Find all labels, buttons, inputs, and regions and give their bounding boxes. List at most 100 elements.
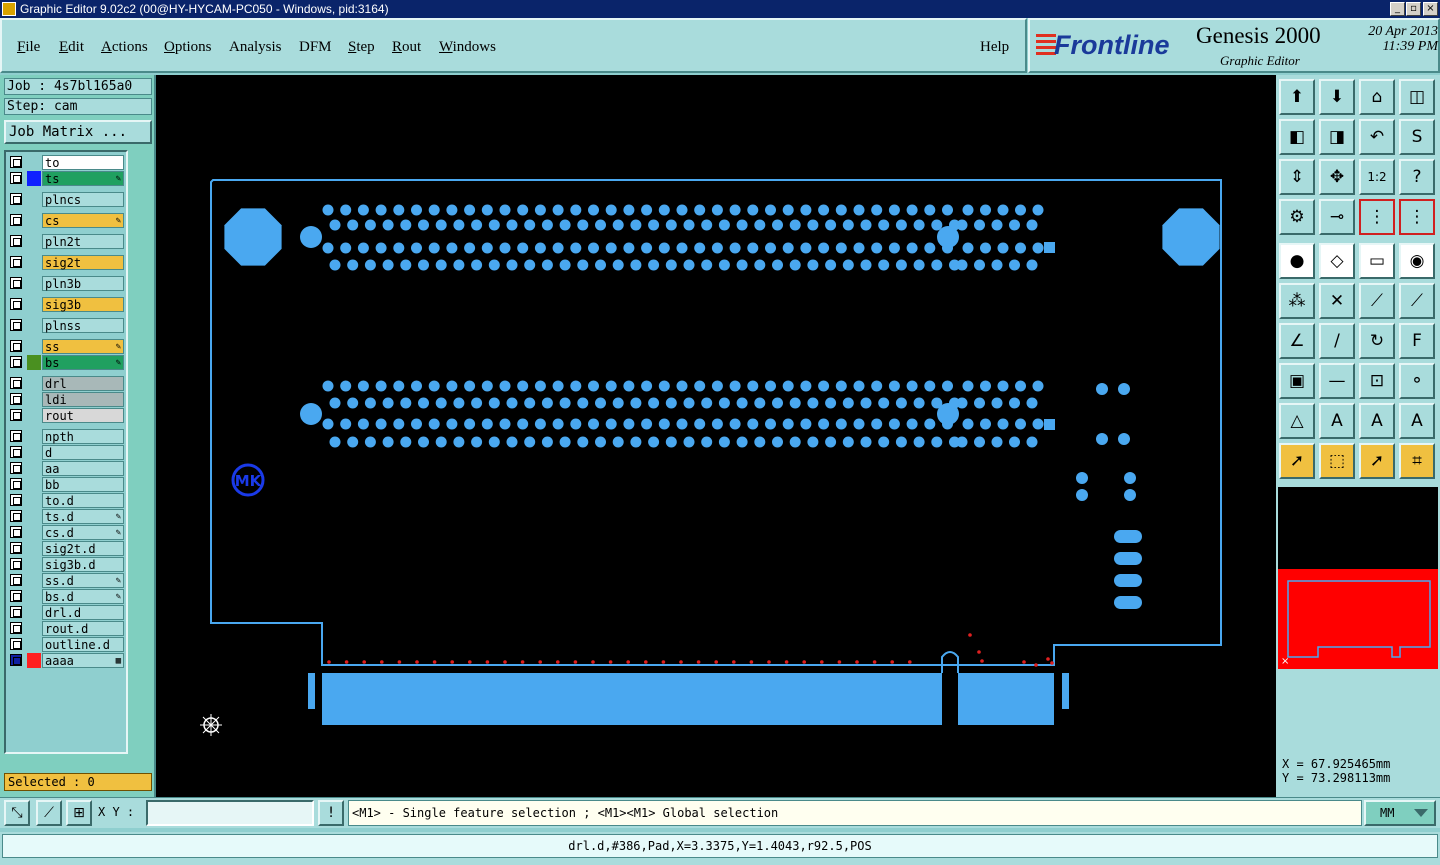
layer-color-swatch[interactable]	[27, 171, 41, 186]
measure-icon[interactable]: ⟋	[36, 800, 62, 826]
layer-row-plnss[interactable]: plnss	[8, 318, 126, 333]
layer-row-plncs[interactable]: plncs	[8, 192, 126, 207]
layer-checkbox[interactable]	[10, 558, 22, 570]
layer-color-swatch[interactable]	[27, 557, 41, 572]
layer-row-cs[interactable]: cs ✎	[8, 213, 126, 228]
pan-left-icon[interactable]: ◧	[1279, 119, 1315, 155]
layer-name[interactable]: bs.d ✎	[42, 589, 124, 604]
layer-color-swatch[interactable]	[27, 213, 41, 228]
layer-row-aa[interactable]: aa	[8, 461, 126, 476]
layer-checkbox[interactable]	[10, 622, 22, 634]
layer-name[interactable]: sig2t.d	[42, 541, 124, 556]
layer-checkbox[interactable]	[10, 235, 22, 247]
layer-row-npth[interactable]: npth	[8, 429, 126, 444]
layer-name[interactable]: sig3b	[42, 297, 124, 312]
minimap[interactable]: ×	[1278, 569, 1438, 669]
layer-row-to-d[interactable]: to.d	[8, 493, 126, 508]
close-button[interactable]: ×	[1423, 2, 1438, 16]
layer-name[interactable]: ldi	[42, 392, 124, 407]
alert-icon[interactable]: !	[318, 800, 344, 826]
layer-name[interactable]: plnss	[42, 318, 124, 333]
layer-color-swatch[interactable]	[27, 155, 41, 170]
layer-checkbox[interactable]	[10, 478, 22, 490]
pointer-box-icon[interactable]: ⬚	[1319, 443, 1355, 479]
layer-name[interactable]: aa	[42, 461, 124, 476]
layer-name[interactable]: bb	[42, 477, 124, 492]
line-node-icon[interactable]: ⟋	[1359, 283, 1395, 319]
layer-color-swatch[interactable]	[27, 318, 41, 333]
layer-name[interactable]: bs ✎	[42, 355, 124, 370]
layer-row-to[interactable]: to	[8, 155, 126, 170]
arc-icon[interactable]: ↻	[1359, 323, 1395, 359]
menu-analysis[interactable]: Analysis	[229, 39, 282, 56]
layer-row-bs[interactable]: bs ✎	[8, 355, 126, 370]
layer-row-ldi[interactable]: ldi	[8, 392, 126, 407]
slash-line-icon[interactable]: /	[1319, 323, 1355, 359]
layer-color-swatch[interactable]	[27, 376, 41, 391]
layer-checkbox[interactable]	[10, 298, 22, 310]
cross-select-icon[interactable]: ✕	[1319, 283, 1355, 319]
menu-actions[interactable]: Actions	[101, 39, 148, 56]
layer-color-swatch[interactable]	[27, 589, 41, 604]
layer-checkbox[interactable]	[10, 590, 22, 602]
layer-checkbox[interactable]	[10, 156, 22, 168]
layer-row-sig3b-d[interactable]: sig3b.d	[8, 557, 126, 572]
layer-color-swatch[interactable]	[27, 637, 41, 652]
layer-row-d[interactable]: d	[8, 445, 126, 460]
clipboard-up-icon[interactable]: ⬆	[1279, 79, 1315, 115]
menu-dfm[interactable]: DFM	[299, 39, 332, 56]
layer-row-drl[interactable]: drl	[8, 376, 126, 391]
triangle-c-icon[interactable]: A	[1359, 403, 1395, 439]
layer-color-swatch[interactable]	[27, 355, 41, 370]
pad-select-icon[interactable]: ◉	[1399, 243, 1435, 279]
layer-name[interactable]: cs ✎	[42, 213, 124, 228]
layer-color-swatch[interactable]	[27, 445, 41, 460]
angle-icon[interactable]: ∠	[1279, 323, 1315, 359]
layer-name[interactable]: drl	[42, 376, 124, 391]
layer-name[interactable]: rout	[42, 408, 124, 423]
layer-color-swatch[interactable]	[27, 339, 41, 354]
layer-checkbox[interactable]	[10, 393, 22, 405]
menu-step[interactable]: Step	[348, 39, 375, 56]
layer-color-swatch[interactable]	[27, 653, 41, 668]
layer-name[interactable]: ss.d ✎	[42, 573, 124, 588]
home-icon[interactable]: ⌂	[1359, 79, 1395, 115]
layer-color-swatch[interactable]	[27, 392, 41, 407]
layer-checkbox[interactable]	[10, 638, 22, 650]
layer-row-outline-d[interactable]: outline.d	[8, 637, 126, 652]
fit-vertical-icon[interactable]: ⇕	[1279, 159, 1315, 195]
layer-name[interactable]: ss ✎	[42, 339, 124, 354]
layer-name[interactable]: d	[42, 445, 124, 460]
menu-rout[interactable]: Rout	[392, 39, 421, 56]
layer-color-swatch[interactable]	[27, 509, 41, 524]
layer-row-rout-d[interactable]: rout.d	[8, 621, 126, 636]
layer-checkbox[interactable]	[10, 606, 22, 618]
layer-color-swatch[interactable]	[27, 541, 41, 556]
layer-checkbox[interactable]	[10, 654, 22, 666]
zoom-back-icon[interactable]: ↶	[1359, 119, 1395, 155]
split-view-icon[interactable]: ◫	[1399, 79, 1435, 115]
layer-name[interactable]: sig3b.d	[42, 557, 124, 572]
network-icon[interactable]: ⁂	[1279, 283, 1315, 319]
triangle-d-icon[interactable]: A	[1399, 403, 1435, 439]
pcb-drawing[interactable]: MK	[156, 75, 1276, 797]
layer-checkbox[interactable]	[10, 574, 22, 586]
layer-row-pln2t[interactable]: pln2t	[8, 234, 126, 249]
triangle-b-icon[interactable]: A	[1319, 403, 1355, 439]
minimize-button[interactable]: _	[1390, 2, 1405, 16]
menu-edit[interactable]: Edit	[59, 39, 84, 56]
layer-color-swatch[interactable]	[27, 408, 41, 423]
menu-help[interactable]: Help	[980, 39, 1009, 56]
tools-config-icon[interactable]: ⚙	[1279, 199, 1315, 235]
layer-checkbox[interactable]	[10, 446, 22, 458]
scale-one-to-two-icon[interactable]: 1:2	[1359, 159, 1395, 195]
fit-all-icon[interactable]: ✥	[1319, 159, 1355, 195]
layer-checkbox[interactable]	[10, 193, 22, 205]
layer-row-aaaa[interactable]: aaaa ▦	[8, 653, 126, 668]
layer-checkbox[interactable]	[10, 277, 22, 289]
layer-color-swatch[interactable]	[27, 525, 41, 540]
add-shape-icon[interactable]: ◇	[1319, 243, 1355, 279]
layer-name[interactable]: sig2t	[42, 255, 124, 270]
layer-checkbox[interactable]	[10, 172, 22, 184]
layer-name[interactable]: pln2t	[42, 234, 124, 249]
